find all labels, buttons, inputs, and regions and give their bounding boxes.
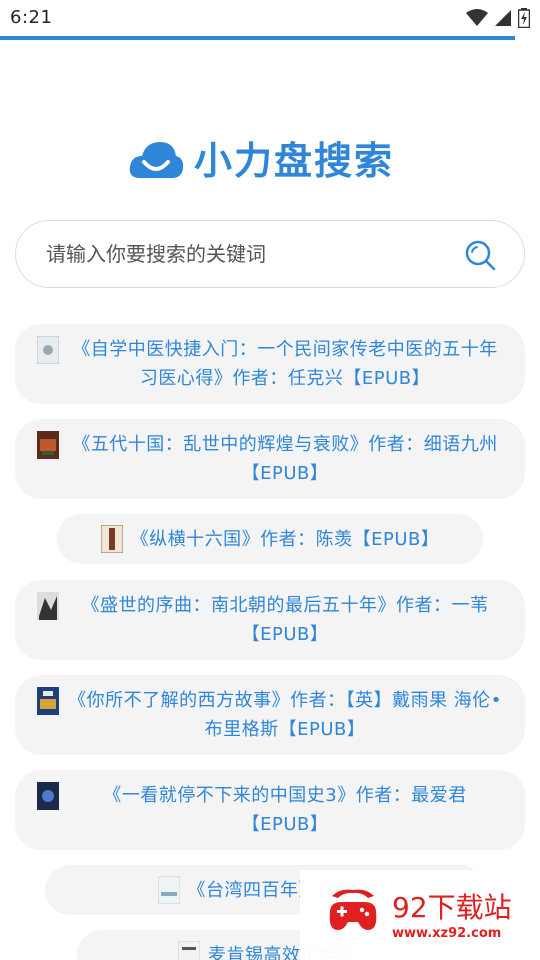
result-item[interactable]: 《自学中医快捷入门：一个民间家传老中医的五十年习医心得》作者：任克兴【EPUB】 [15,324,525,404]
result-title: 《五代十国：乱世中的辉煌与衰败》作者：细语九州【EPUB】 [72,434,498,484]
result-title: 《一看就停不下来的中国史3》作者：最爱君【EPUB】 [103,785,467,835]
result-title: 《自学中医快捷入门：一个民间家传老中医的五十年习医心得》作者：任克兴【EPUB】 [72,339,498,389]
signal-icon [495,10,511,26]
book-cover-icon [100,525,123,553]
result-item[interactable]: 《盛世的序曲：南北朝的最后五十年》作者：一苇【EPUB】 [15,580,525,660]
result-item[interactable]: 《一看就停不下来的中国史3》作者：最爱君【EPUB】 [15,770,525,850]
book-cover-icon [37,431,59,459]
watermark-url: www.xz92.com [392,926,502,941]
book-cover-icon [37,782,59,810]
result-item[interactable]: 《你所不了解的西方故事》作者：【英】戴雨果 海伦•布里格斯【EPUB】 [15,675,525,755]
result-title: 《你所不了解的西方故事》作者：【英】戴雨果 海伦•布里格斯【EPUB】 [68,690,502,740]
gamepad-logo-icon [329,889,377,930]
result-item[interactable]: 《纵横十六国》作者：陈羡【EPUB】 [57,514,483,564]
wifi-icon [466,9,488,26]
status-icons [466,8,530,28]
result-title: 《纵横十六国》作者：陈羡【EPUB】 [130,528,440,550]
book-cover-icon [157,876,180,904]
status-bar: 6:21 [0,0,540,36]
watermark-title: 92下载站 [392,891,512,924]
loading-progress-bar [0,36,515,40]
status-time: 6:21 [10,7,53,28]
app-title: 小力盘搜索 [194,139,395,183]
book-cover-icon [37,687,59,715]
book-cover-icon [37,336,59,364]
app-logo: 小力盘搜索 [128,130,394,185]
search-input[interactable] [46,221,446,287]
book-cover-icon [178,941,200,960]
watermark: 92下载站 www.xz92.com [300,870,540,960]
book-cover-icon [37,592,59,620]
search-icon[interactable] [464,239,496,271]
battery-icon [518,8,530,28]
result-title: 《盛世的序曲：南北朝的最后五十年》作者：一苇【EPUB】 [81,595,489,645]
cloud-smile-icon [129,141,184,178]
result-item[interactable]: 《五代十国：乱世中的辉煌与衰败》作者：细语九州【EPUB】 [15,419,525,499]
search-bar [15,220,525,288]
